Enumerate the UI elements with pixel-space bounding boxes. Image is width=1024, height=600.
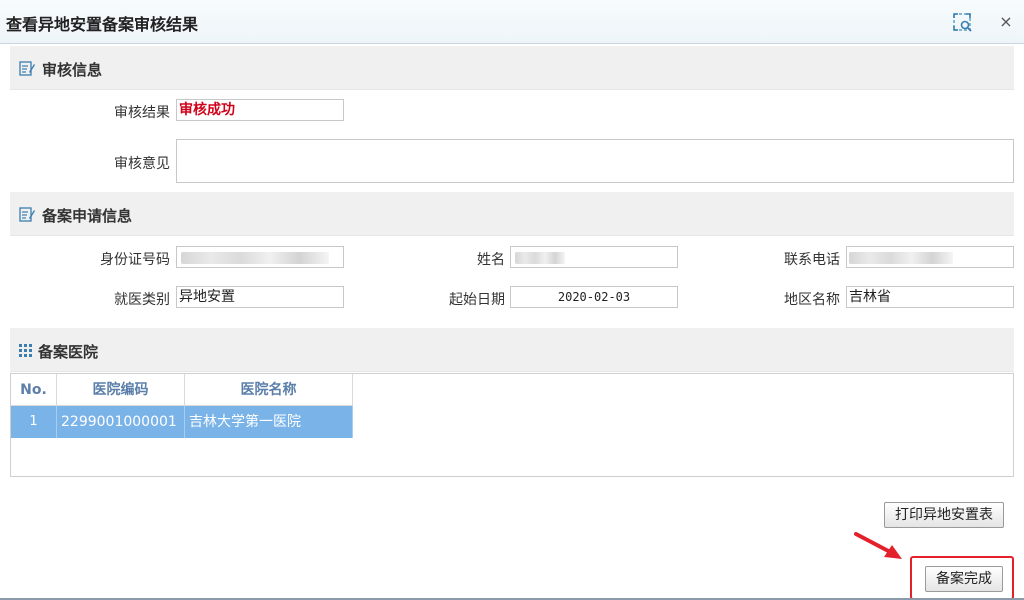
audit-opinion-label: 审核意见 <box>114 156 170 172</box>
edit-form-icon <box>19 61 35 76</box>
id-number-label: 身份证号码 <box>100 252 170 268</box>
audit-section-title: 审核信息 <box>42 61 103 79</box>
cell-no: 1 <box>11 406 57 438</box>
cell-hospital-code: 2299001000001 <box>57 406 185 438</box>
hospital-section-title: 备案医院 <box>38 343 99 361</box>
redacted-blur <box>181 252 329 264</box>
dialog-title: 查看异地安置备案审核结果 <box>6 15 199 34</box>
id-number-field[interactable] <box>176 246 344 268</box>
dialog: 查看异地安置备案审核结果 × 审核信息 审核结果 审核成功 审核意见 备案申请信… <box>0 0 1024 600</box>
cell-hospital-name: 吉林大学第一医院 <box>185 406 353 438</box>
table-row[interactable]: 1 2299001000001 吉林大学第一医院 <box>11 406 353 438</box>
region-field[interactable]: 吉林省 <box>846 286 1014 308</box>
column-header-no[interactable]: No. <box>11 374 57 406</box>
table-header: No. 医院编码 医院名称 <box>11 374 353 406</box>
column-header-code[interactable]: 医院编码 <box>57 374 185 406</box>
annotation-arrow-icon <box>854 532 902 559</box>
phone-field[interactable] <box>846 246 1014 268</box>
maximize-icon[interactable] <box>950 10 974 34</box>
phone-label: 联系电话 <box>784 252 840 268</box>
start-date-field[interactable]: 2020-02-03 <box>510 286 678 308</box>
redacted-blur <box>515 252 565 264</box>
complete-filing-button[interactable]: 备案完成 <box>925 566 1003 592</box>
audit-section-header: 审核信息 <box>10 46 1014 90</box>
application-section-title: 备案申请信息 <box>42 207 133 225</box>
medical-category-field[interactable]: 异地安置 <box>176 286 344 308</box>
start-date-label: 起始日期 <box>449 292 505 308</box>
column-header-name[interactable]: 医院名称 <box>185 374 353 406</box>
print-form-button[interactable]: 打印异地安置表 <box>884 502 1004 528</box>
hospital-section-header: 备案医院 <box>10 328 1014 372</box>
name-field[interactable] <box>510 246 678 268</box>
audit-result-field: 审核成功 <box>176 99 344 121</box>
audit-opinion-field[interactable] <box>176 139 1014 183</box>
title-bar: 查看异地安置备案审核结果 × <box>0 0 1024 44</box>
close-icon[interactable]: × <box>994 10 1018 34</box>
edit-form-icon <box>19 207 35 222</box>
audit-result-label: 审核结果 <box>114 105 170 121</box>
redacted-blur <box>849 252 953 264</box>
medical-category-label: 就医类别 <box>114 292 170 308</box>
hospital-table: No. 医院编码 医院名称 1 2299001000001 吉林大学第一医院 <box>10 373 1014 477</box>
name-label: 姓名 <box>477 252 505 268</box>
region-label: 地区名称 <box>784 292 840 308</box>
application-section-header: 备案申请信息 <box>10 192 1014 236</box>
grid-icon <box>19 344 32 357</box>
